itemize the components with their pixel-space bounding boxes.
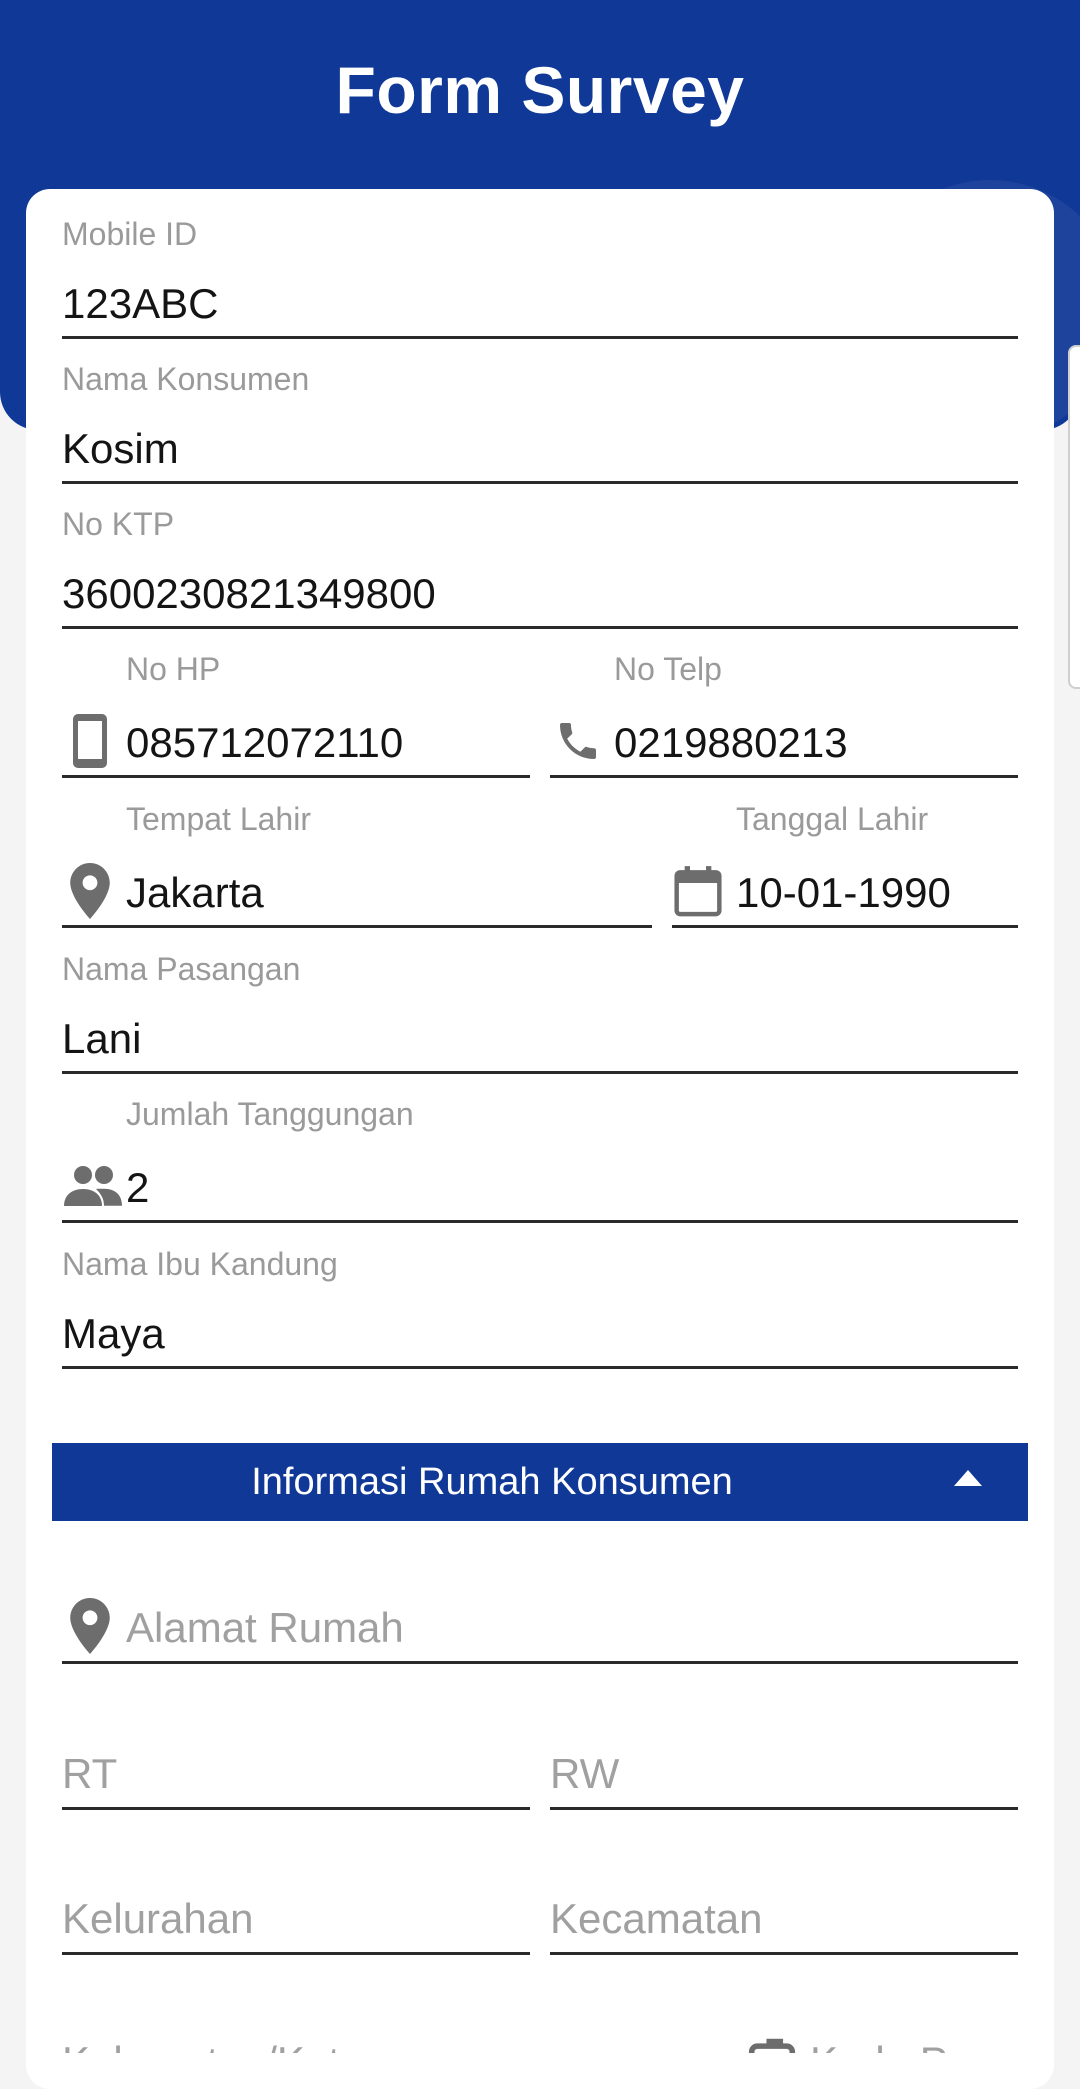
edge-handle[interactable] bbox=[1068, 345, 1080, 689]
kelurahan-underline bbox=[62, 1952, 530, 1955]
nama-konsumen-underline bbox=[62, 481, 1018, 484]
location-pin-icon bbox=[66, 1596, 114, 1656]
nama-ibu-kandung-underline bbox=[62, 1366, 1018, 1369]
nama-pasangan-field[interactable]: Nama Pasangan Lani bbox=[62, 951, 1018, 1075]
kode-pos-placeholder: Kode Pos bbox=[810, 2038, 992, 2053]
mailbox-icon bbox=[748, 2030, 796, 2053]
kecamatan-field[interactable]: Kecamatan bbox=[550, 1887, 1018, 1957]
no-ktp-value: 3600230821349800 bbox=[62, 570, 436, 617]
tanggal-lahir-field[interactable]: Tanggal Lahir 10-01-1990 bbox=[672, 801, 1018, 929]
rt-placeholder: RT bbox=[62, 1750, 118, 1797]
mobile-id-value: 123ABC bbox=[62, 280, 219, 327]
location-pin-icon bbox=[66, 861, 114, 921]
nama-konsumen-value: Kosim bbox=[62, 425, 179, 472]
no-hp-field[interactable]: No HP 085712072110 bbox=[62, 651, 530, 779]
tempat-lahir-underline bbox=[62, 925, 652, 928]
nama-konsumen-field[interactable]: Nama Konsumen Kosim bbox=[62, 361, 1018, 485]
smartphone-icon bbox=[66, 711, 114, 771]
no-telp-value: 0219880213 bbox=[614, 719, 848, 766]
section-title: Informasi Rumah Konsumen bbox=[251, 1461, 733, 1503]
mobile-id-field[interactable]: Mobile ID 123ABC bbox=[62, 216, 1018, 340]
mobile-id-label: Mobile ID bbox=[62, 216, 198, 252]
kelurahan-field[interactable]: Kelurahan bbox=[62, 1887, 530, 1957]
tanggal-lahir-value: 10-01-1990 bbox=[736, 869, 951, 916]
section-header-informasi-rumah[interactable]: Informasi Rumah Konsumen bbox=[52, 1443, 1028, 1521]
page-title: Form Survey bbox=[335, 53, 745, 127]
no-hp-label: No HP bbox=[126, 651, 221, 687]
rw-field[interactable]: RW bbox=[550, 1742, 1018, 1812]
no-telp-field[interactable]: No Telp 0219880213 bbox=[550, 651, 1018, 779]
nama-ibu-kandung-field[interactable]: Nama Ibu Kandung Maya bbox=[62, 1246, 1018, 1370]
kelurahan-placeholder: Kelurahan bbox=[62, 1895, 254, 1942]
nama-pasangan-value: Lani bbox=[62, 1015, 142, 1062]
nama-ibu-kandung-value: Maya bbox=[62, 1310, 165, 1357]
no-telp-label: No Telp bbox=[614, 651, 722, 687]
tanggal-lahir-label: Tanggal Lahir bbox=[736, 801, 929, 837]
rt-underline bbox=[62, 1807, 530, 1810]
tempat-lahir-value: Jakarta bbox=[126, 869, 264, 916]
tempat-lahir-label: Tempat Lahir bbox=[126, 801, 311, 837]
people-icon bbox=[62, 1156, 124, 1216]
phone-icon bbox=[554, 711, 602, 771]
nama-konsumen-label: Nama Konsumen bbox=[62, 361, 310, 397]
alamat-rumah-field[interactable]: Alamat Rumah bbox=[62, 1588, 1018, 1666]
no-ktp-field[interactable]: No KTP 3600230821349800 bbox=[62, 506, 1018, 630]
jumlah-tanggungan-value: 2 bbox=[126, 1164, 150, 1211]
nama-pasangan-label: Nama Pasangan bbox=[62, 951, 301, 987]
no-ktp-label: No KTP bbox=[62, 506, 175, 542]
kabupaten-field[interactable]: Kabupaten/Kota bbox=[62, 2030, 702, 2053]
caret-up-icon[interactable] bbox=[954, 1470, 982, 1486]
calendar-icon bbox=[674, 861, 722, 921]
rt-field[interactable]: RT bbox=[62, 1742, 530, 1812]
nama-ibu-kandung-label: Nama Ibu Kandung bbox=[62, 1246, 338, 1282]
no-ktp-underline bbox=[62, 626, 1018, 629]
jumlah-tanggungan-field[interactable]: Jumlah Tanggungan 2 bbox=[62, 1096, 1018, 1224]
alamat-rumah-placeholder: Alamat Rumah bbox=[126, 1604, 404, 1651]
alamat-rumah-underline bbox=[62, 1661, 1018, 1664]
kecamatan-placeholder: Kecamatan bbox=[550, 1895, 763, 1942]
no-telp-underline bbox=[550, 775, 1018, 778]
kabupaten-placeholder: Kabupaten/Kota bbox=[62, 2038, 363, 2053]
rw-underline bbox=[550, 1807, 1018, 1810]
no-hp-value: 085712072110 bbox=[126, 719, 404, 766]
kecamatan-underline bbox=[550, 1952, 1018, 1955]
no-hp-underline bbox=[62, 775, 530, 778]
tanggal-lahir-underline bbox=[672, 925, 1018, 928]
kode-pos-field[interactable]: Kode Pos bbox=[748, 2030, 1018, 2053]
jumlah-tanggungan-label: Jumlah Tanggungan bbox=[126, 1096, 414, 1132]
jumlah-tanggungan-underline bbox=[62, 1220, 1018, 1223]
rw-placeholder: RW bbox=[550, 1750, 620, 1797]
mobile-id-underline bbox=[62, 336, 1018, 339]
tempat-lahir-field[interactable]: Tempat Lahir Jakarta bbox=[62, 801, 652, 929]
nama-pasangan-underline bbox=[62, 1071, 1018, 1074]
